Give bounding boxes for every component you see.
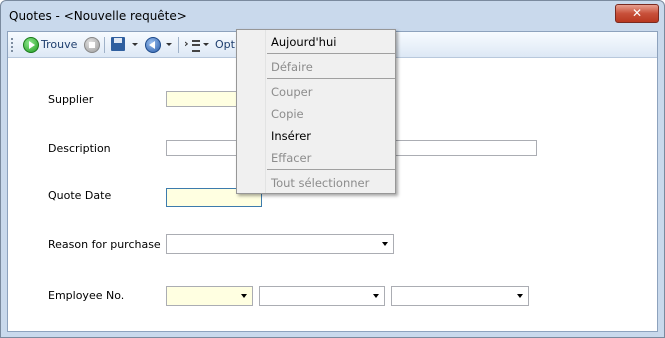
employee-no-label: Employee No. <box>48 289 125 302</box>
menu-item-today[interactable]: Aujourd'hui <box>271 35 336 49</box>
menu-item-delete[interactable]: Effacer <box>271 151 311 165</box>
employee-extra-select[interactable] <box>391 286 529 306</box>
toolbar-separator <box>104 37 105 53</box>
reason-for-purchase-select[interactable] <box>166 234 394 254</box>
menu-item-copy[interactable]: Copie <box>271 107 304 121</box>
context-menu: Aujourd'hui Défaire Couper Copie Insérer… <box>236 29 396 194</box>
run-icon[interactable]: › <box>184 37 189 50</box>
employee-name-select[interactable] <box>259 286 385 306</box>
window-title: Quotes - <Nouvelle requête> <box>9 9 187 23</box>
toolbar-separator <box>178 37 179 53</box>
description-label: Description <box>48 142 111 155</box>
find-button-label[interactable]: Trouve <box>41 38 77 51</box>
chevron-down-icon[interactable] <box>241 294 247 298</box>
menu-item-select-all[interactable]: Tout sélectionner <box>271 176 369 190</box>
toolbar-grip[interactable] <box>11 38 15 52</box>
save-dropdown-chevron-down-icon[interactable] <box>132 43 138 46</box>
chevron-down-icon[interactable] <box>517 294 523 298</box>
save-icon[interactable] <box>111 37 125 51</box>
menu-separator <box>267 169 395 170</box>
find-icon[interactable] <box>23 37 39 53</box>
title-bar[interactable]: Quotes - <Nouvelle requête> ✕ <box>1 1 664 31</box>
menu-icon-gutter <box>237 30 266 193</box>
stop-icon[interactable] <box>84 37 100 53</box>
options-button-label[interactable]: Opti <box>215 38 238 51</box>
lines-dropdown-chevron-down-icon[interactable] <box>203 43 209 46</box>
lines-icon[interactable] <box>192 40 200 52</box>
menu-item-paste[interactable]: Insérer <box>271 129 311 143</box>
chevron-down-icon[interactable] <box>373 294 379 298</box>
supplier-label: Supplier <box>48 93 94 106</box>
chevron-down-icon[interactable] <box>382 242 388 246</box>
menu-separator <box>267 78 395 79</box>
menu-separator <box>267 53 395 54</box>
close-button[interactable]: ✕ <box>615 4 659 23</box>
back-dropdown-chevron-down-icon[interactable] <box>166 43 172 46</box>
menu-item-cut[interactable]: Couper <box>271 85 312 99</box>
reason-for-purchase-label: Reason for purchase <box>48 238 161 251</box>
back-icon[interactable] <box>145 37 161 53</box>
quote-date-label: Quote Date <box>48 189 112 202</box>
close-icon: ✕ <box>631 6 643 20</box>
menu-item-undo[interactable]: Défaire <box>271 60 313 74</box>
employee-no-select[interactable] <box>166 286 253 306</box>
